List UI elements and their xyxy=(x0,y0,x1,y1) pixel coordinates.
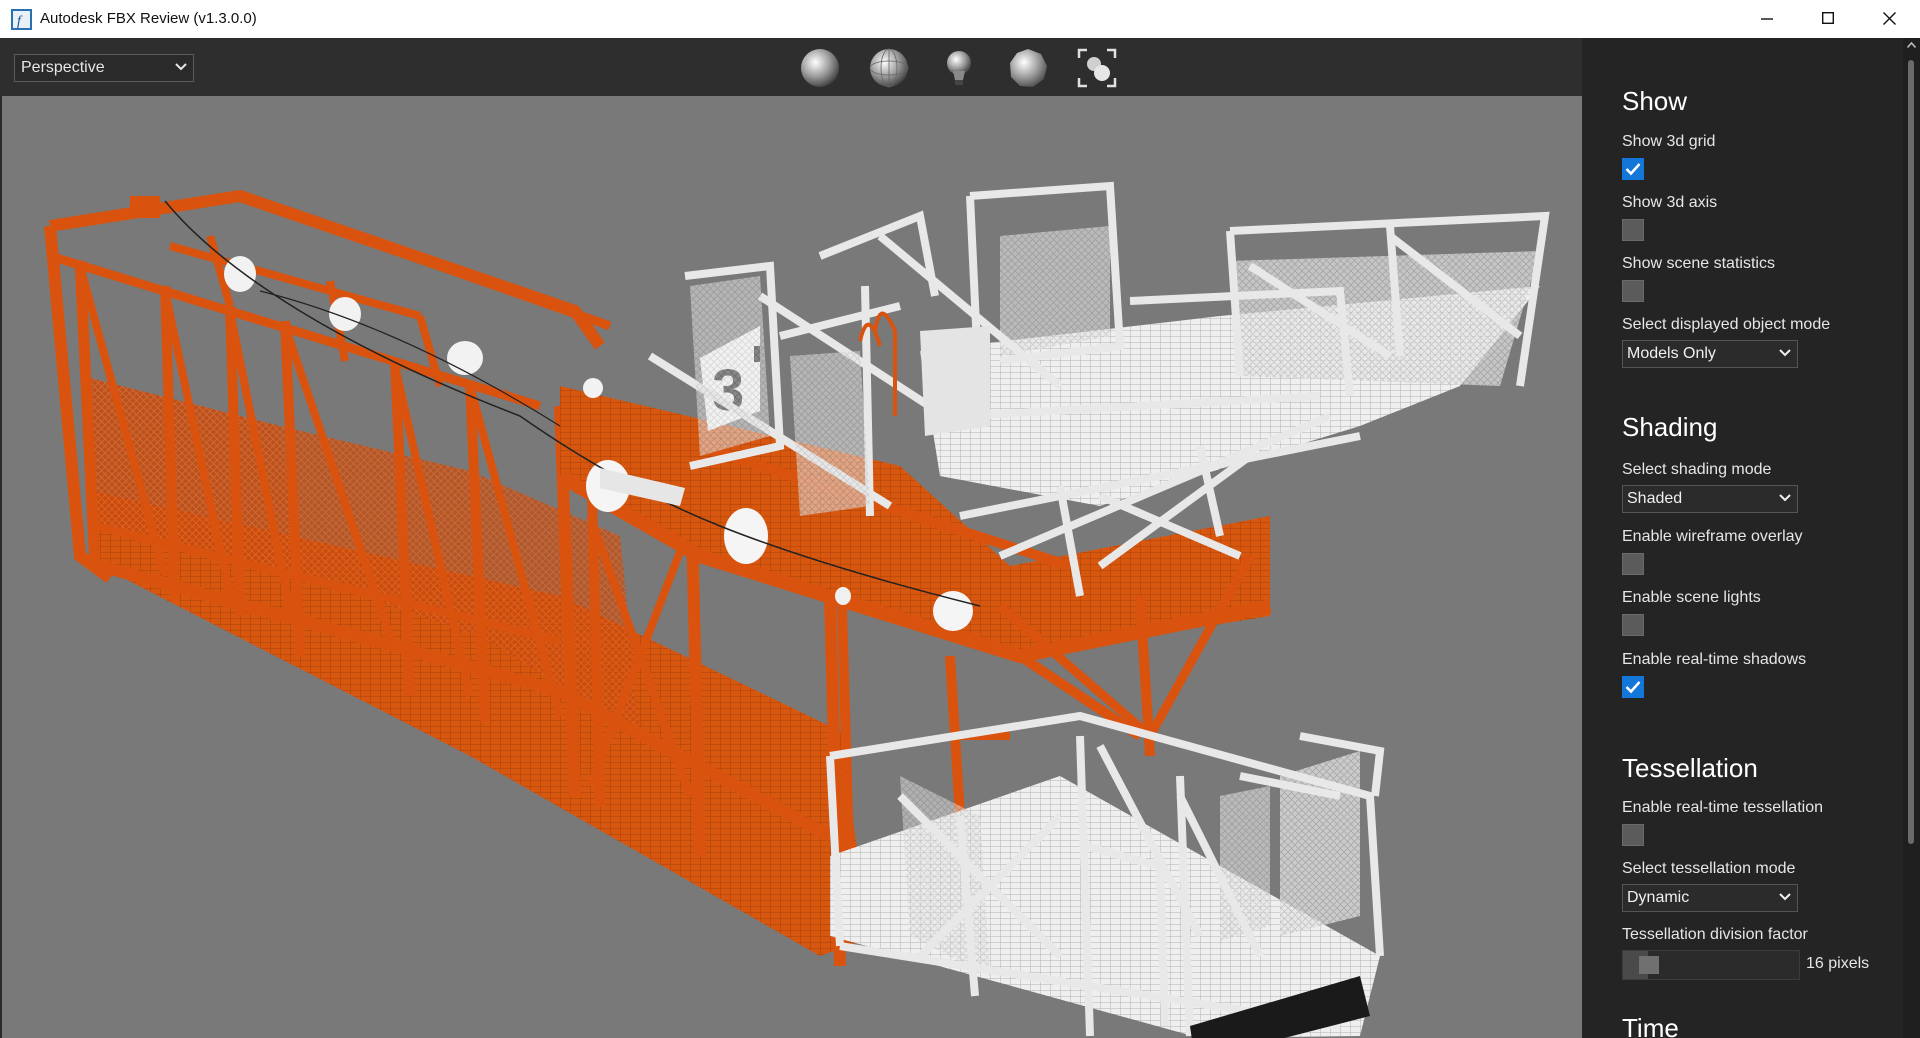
chevron-down-icon xyxy=(1779,893,1791,901)
show-stats-checkbox[interactable] xyxy=(1622,280,1644,302)
checkmark-icon xyxy=(1625,681,1641,694)
minimize-button[interactable] xyxy=(1738,0,1796,38)
window-title: Autodesk FBX Review (v1.3.0.0) xyxy=(40,10,257,27)
slider-thumb[interactable] xyxy=(1639,956,1659,974)
properties-panel: Show Show 3d grid Show 3d axis Show scen… xyxy=(1582,38,1920,1038)
maximize-button[interactable] xyxy=(1799,0,1857,38)
show-stats-label: Show scene statistics xyxy=(1622,255,1775,272)
scroll-up-icon[interactable] xyxy=(1907,42,1916,48)
tessellation-enable-checkbox[interactable] xyxy=(1622,824,1644,846)
wireframe-overlay-checkbox[interactable] xyxy=(1622,553,1644,575)
chevron-down-icon xyxy=(1779,494,1791,502)
tessellation-factor-label: Tessellation division factor xyxy=(1622,926,1808,943)
chevron-down-icon xyxy=(1779,349,1791,357)
tessellation-factor-slider[interactable] xyxy=(1622,950,1800,980)
tessellation-factor-value: 16 pixels xyxy=(1806,955,1870,972)
show-grid-checkbox[interactable] xyxy=(1622,158,1644,180)
show-axis-checkbox[interactable] xyxy=(1622,219,1644,241)
panel-scrollbar[interactable] xyxy=(1903,38,1920,1038)
close-icon xyxy=(1883,12,1896,25)
section-title-tessellation: Tessellation xyxy=(1622,753,1758,783)
faceted-mode-button[interactable] xyxy=(1006,46,1050,90)
fbx-app-icon: f xyxy=(11,9,32,30)
camera-select[interactable]: Perspective xyxy=(14,54,194,82)
maximize-icon xyxy=(1822,12,1834,24)
object-mode-select[interactable]: Models Only xyxy=(1622,340,1798,368)
chevron-down-icon xyxy=(175,63,187,71)
sphere-faceted-icon xyxy=(1010,49,1047,87)
light-bulb-icon xyxy=(947,51,971,85)
sphere-wireframe-icon xyxy=(869,48,909,88)
shadows-checkbox[interactable] xyxy=(1622,676,1644,698)
object-mode-value: Models Only xyxy=(1627,345,1716,362)
scrollbar-thumb[interactable] xyxy=(1908,60,1914,844)
section-title-time: Time xyxy=(1622,1013,1679,1038)
tessellation-enable-label: Enable real-time tessellation xyxy=(1622,799,1823,816)
minimize-icon xyxy=(1761,18,1773,20)
frame-all-button[interactable] xyxy=(1075,46,1119,90)
shadows-label: Enable real-time shadows xyxy=(1622,651,1807,668)
3d-viewport[interactable]: Perspective xyxy=(0,38,1582,1038)
scene-lights-checkbox[interactable] xyxy=(1622,614,1644,636)
tessellation-mode-select[interactable]: Dynamic xyxy=(1622,884,1798,912)
frame-all-icon xyxy=(1077,48,1117,88)
lighting-button[interactable] xyxy=(937,46,981,90)
tessellation-mode-label: Select tessellation mode xyxy=(1622,860,1796,877)
wireframe-mode-button[interactable] xyxy=(867,46,911,90)
scaffold-model-render: 3 xyxy=(44,181,1550,1038)
title-bar: f Autodesk FBX Review (v1.3.0.0) xyxy=(0,0,1920,38)
shaded-mode-button[interactable] xyxy=(798,46,842,90)
show-grid-label: Show 3d grid xyxy=(1622,133,1716,150)
shading-mode-select[interactable]: Shaded xyxy=(1622,485,1798,513)
shading-mode-label: Select shading mode xyxy=(1622,461,1772,478)
object-mode-label: Select displayed object mode xyxy=(1622,316,1831,333)
tessellation-mode-value: Dynamic xyxy=(1627,889,1690,906)
viewport-toolbar: Perspective xyxy=(0,38,1582,96)
close-button[interactable] xyxy=(1860,0,1918,38)
scene-lights-label: Enable scene lights xyxy=(1622,589,1761,606)
section-title-shading: Shading xyxy=(1622,412,1718,442)
wireframe-overlay-label: Enable wireframe overlay xyxy=(1622,528,1803,545)
show-axis-label: Show 3d axis xyxy=(1622,194,1718,211)
section-title-show: Show xyxy=(1622,86,1688,116)
sphere-shaded-icon xyxy=(801,49,839,87)
checkmark-icon xyxy=(1625,163,1641,176)
camera-select-value: Perspective xyxy=(21,59,105,76)
shading-mode-value: Shaded xyxy=(1627,490,1683,507)
